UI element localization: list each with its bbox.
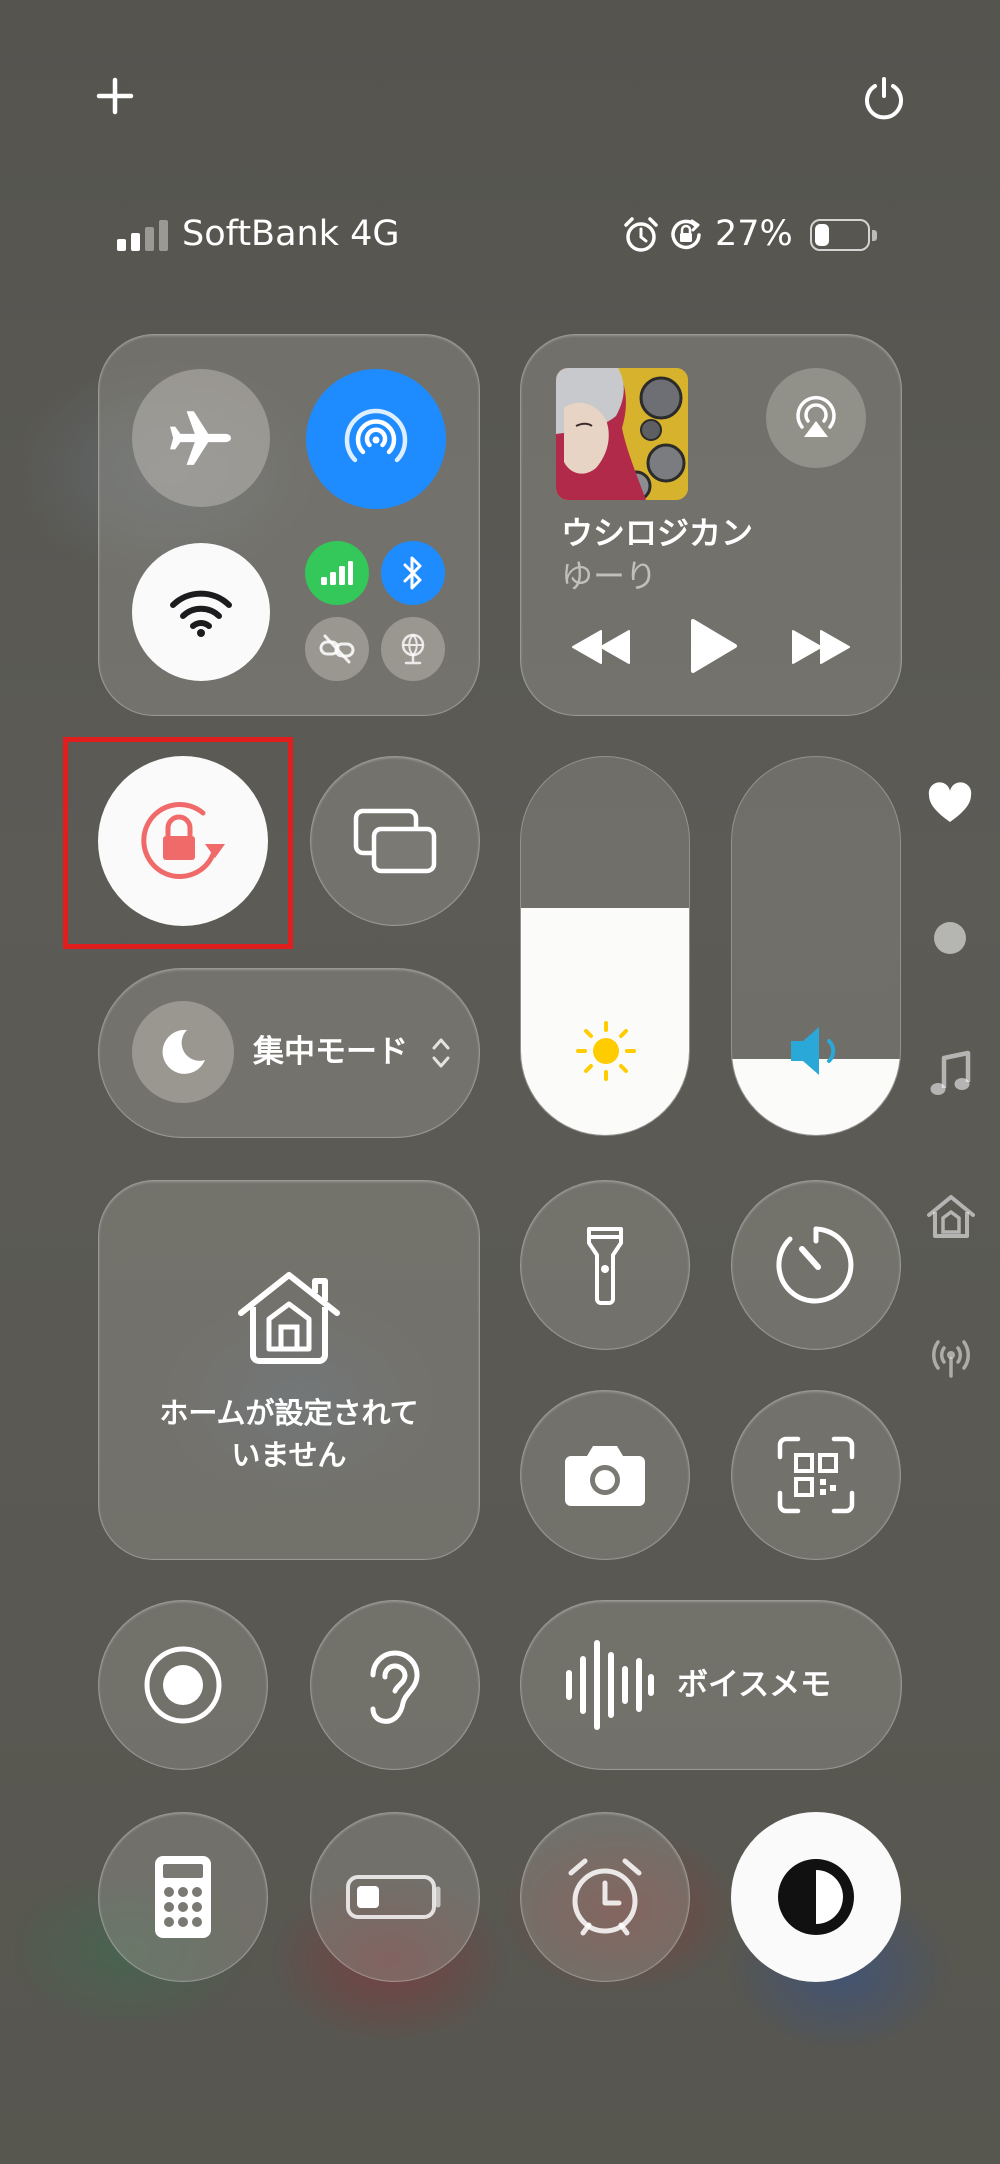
chevron-up-down-icon — [432, 1038, 450, 1068]
cellular-data-button[interactable] — [305, 541, 369, 605]
sun-icon — [576, 1021, 636, 1081]
power-button[interactable] — [862, 76, 906, 120]
flashlight-button[interactable] — [520, 1180, 690, 1350]
plus-icon — [96, 77, 134, 115]
code-scanner-button[interactable] — [731, 1390, 901, 1560]
page-indicator-music[interactable] — [928, 1050, 972, 1098]
home-message-line2: いません — [231, 1438, 347, 1472]
status-bar: SoftBank 4G 27% — [115, 212, 895, 258]
flashlight-icon — [587, 1227, 623, 1305]
globe-icon — [401, 633, 425, 665]
calculator-icon — [155, 1856, 211, 1938]
orientation-lock-status-icon — [671, 219, 701, 250]
wifi-button[interactable] — [132, 543, 270, 681]
home-module[interactable]: ホームが設定されて いません — [98, 1180, 480, 1560]
alarm-clock-icon — [568, 1858, 642, 1936]
vpn-button[interactable] — [381, 617, 445, 681]
bluetooth-button[interactable] — [381, 541, 445, 605]
calculator-button[interactable] — [98, 1812, 268, 1982]
page-indicator-home[interactable] — [926, 1194, 976, 1240]
page-indicator-favorites[interactable] — [926, 782, 974, 826]
page-indicator-dot[interactable] — [934, 922, 966, 954]
record-icon — [144, 1646, 222, 1724]
antenna-icon — [932, 1340, 970, 1378]
focus-mode-button[interactable]: 集中モード — [98, 968, 480, 1138]
moon-icon — [162, 1029, 205, 1074]
album-artwork — [556, 368, 688, 500]
heart-icon — [928, 782, 972, 822]
bluetooth-icon — [403, 556, 422, 590]
timer-icon — [776, 1226, 854, 1304]
track-title: ウシロジカン — [561, 514, 754, 552]
rewind-icon — [572, 630, 630, 664]
orientation-lock-button[interactable] — [98, 756, 268, 926]
track-artist: ゆーり — [561, 557, 658, 595]
voice-memos-button[interactable]: ボイスメモ — [520, 1600, 902, 1770]
home-message-line1: ホームが設定されて — [159, 1396, 419, 1430]
dark-mode-button[interactable] — [731, 1812, 901, 1982]
low-power-mode-button[interactable] — [310, 1812, 480, 1982]
page-indicator-connectivity[interactable] — [926, 1338, 976, 1378]
personal-hotspot-button[interactable] — [305, 617, 369, 681]
airplane-mode-button[interactable] — [132, 369, 270, 507]
battery-icon — [810, 219, 880, 253]
now-playing-module[interactable]: ウシロジカン ゆーり — [520, 334, 902, 716]
connectivity-module — [98, 334, 480, 716]
battery-icon — [346, 1875, 441, 1919]
previous-track-button[interactable] — [571, 627, 633, 667]
add-control-button[interactable] — [95, 76, 135, 116]
qr-code-icon — [777, 1436, 855, 1514]
brightness-slider[interactable] — [520, 756, 690, 1136]
timer-button[interactable] — [731, 1180, 901, 1350]
screen-mirroring-icon — [353, 808, 437, 874]
music-note-icon — [930, 1050, 971, 1095]
focus-moon-badge — [132, 1001, 234, 1103]
home-small-icon — [927, 1195, 975, 1238]
airdrop-icon — [344, 408, 408, 463]
play-icon — [691, 619, 737, 673]
volume-slider[interactable] — [731, 756, 901, 1136]
voice-memos-label: ボイスメモ — [677, 1667, 832, 1703]
play-button[interactable] — [687, 617, 739, 675]
alarm-status-icon — [624, 217, 658, 252]
cellular-icon — [321, 561, 353, 585]
wifi-icon — [170, 590, 232, 637]
battery-percent: 27% — [715, 214, 793, 254]
dark-mode-icon — [778, 1859, 854, 1935]
hearing-button[interactable] — [310, 1600, 480, 1770]
signal-strength-icon — [117, 220, 168, 251]
focus-mode-label: 集中モード — [253, 1034, 408, 1070]
fast-forward-icon — [792, 630, 850, 664]
waveform-icon — [566, 1640, 654, 1730]
speaker-icon — [791, 1027, 836, 1075]
carrier-label: SoftBank 4G — [182, 214, 400, 254]
camera-button[interactable] — [520, 1390, 690, 1560]
screen-mirroring-button[interactable] — [310, 756, 480, 926]
orientation-lock-icon — [141, 802, 225, 880]
airdrop-button[interactable] — [306, 369, 446, 509]
power-icon — [865, 77, 903, 120]
camera-icon — [565, 1446, 645, 1506]
alarm-button[interactable] — [520, 1812, 690, 1982]
next-track-button[interactable] — [789, 627, 851, 667]
ear-icon — [370, 1650, 420, 1724]
airplay-audio-icon — [796, 396, 836, 437]
link-icon — [319, 634, 355, 664]
airplay-button[interactable] — [766, 368, 866, 468]
airplane-icon — [170, 411, 231, 465]
screen-recording-button[interactable] — [98, 1600, 268, 1770]
home-icon — [238, 1272, 340, 1364]
